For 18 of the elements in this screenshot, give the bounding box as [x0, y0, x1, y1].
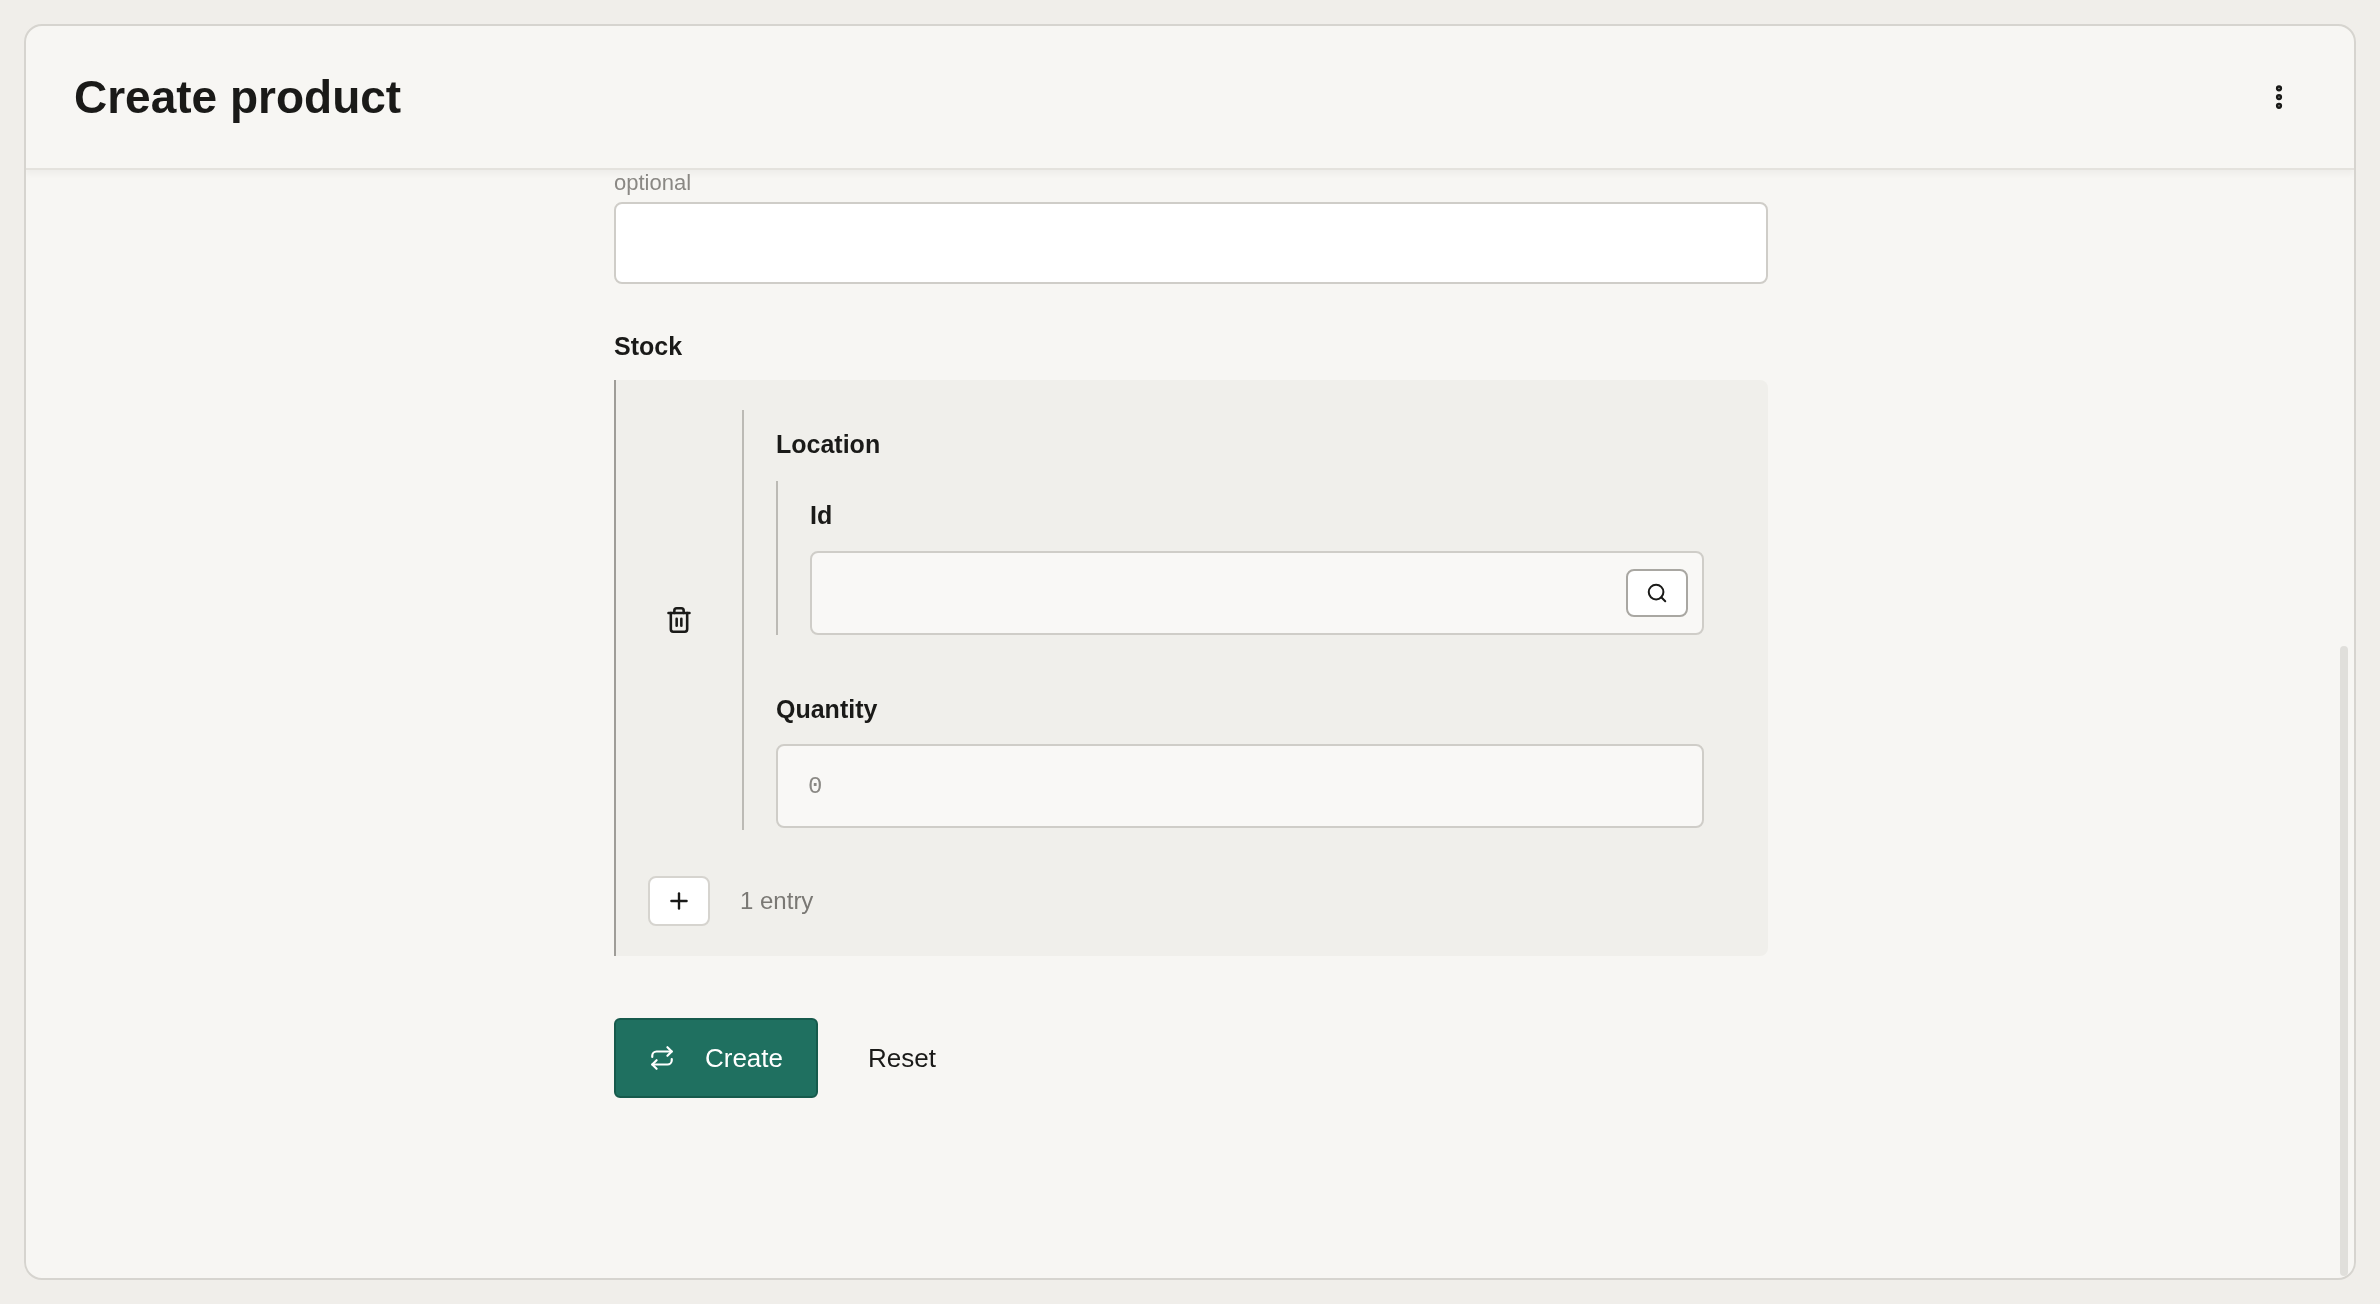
repeat-icon: [648, 1045, 675, 1071]
text-field[interactable]: [614, 202, 1768, 284]
delete-icon[interactable]: [665, 605, 693, 634]
field-label: Quantity: [776, 693, 879, 725]
id-field[interactable]: [810, 550, 1704, 635]
create-button[interactable]: Create: [614, 1018, 818, 1098]
search-button[interactable]: [1626, 568, 1688, 617]
section-label: Stock: [614, 331, 684, 362]
scrollbar-thumb[interactable]: [2340, 646, 2348, 1276]
quantity-field[interactable]: 0: [776, 744, 1704, 828]
field-label: optional: [614, 172, 693, 194]
reset-button[interactable]: Reset: [868, 1038, 936, 1078]
search-icon: [1646, 581, 1668, 604]
entry-count: 1 entry: [740, 886, 814, 916]
add-button[interactable]: [648, 876, 710, 926]
page-title: Create product: [74, 69, 402, 125]
group-label: Location: [776, 428, 882, 460]
field-label: Id: [810, 500, 834, 531]
